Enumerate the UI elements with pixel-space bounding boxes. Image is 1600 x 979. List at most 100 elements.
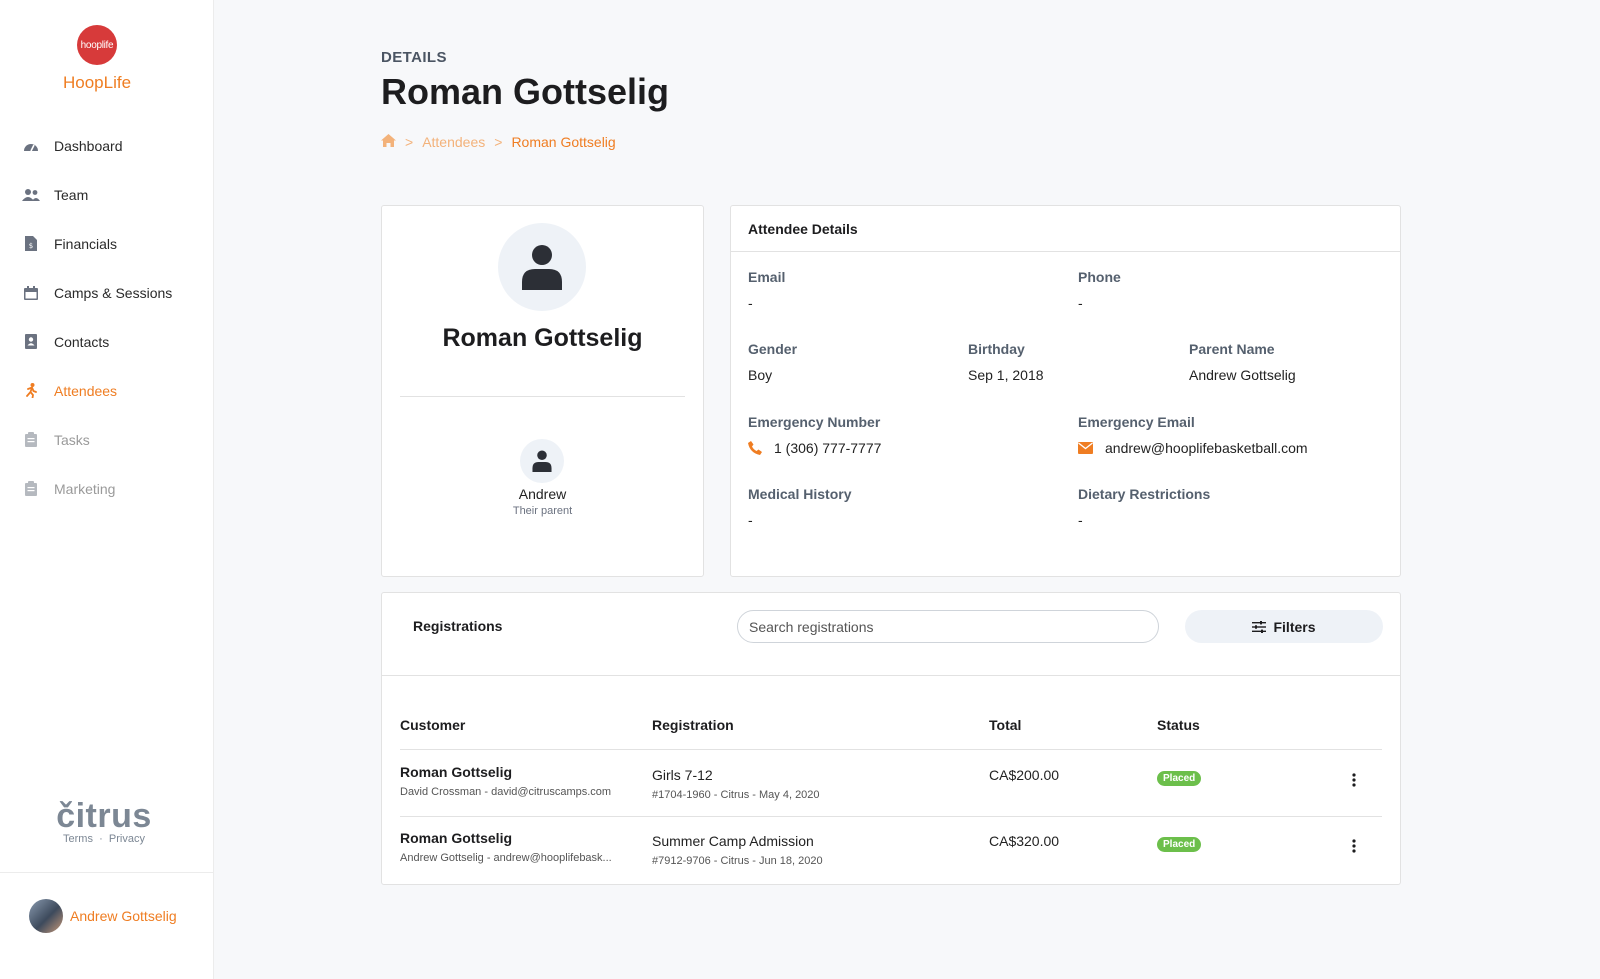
- home-icon[interactable]: [381, 134, 396, 150]
- field-label: Medical History: [748, 486, 852, 502]
- gauge-icon: [22, 138, 40, 154]
- field-value: -: [748, 512, 753, 528]
- registration-cell[interactable]: Summer Camp Admission #7912-9706 - Citru…: [652, 833, 823, 867]
- clipboard-icon: [22, 481, 40, 497]
- address-book-icon: [22, 334, 40, 350]
- kebab-menu-icon: [1352, 839, 1356, 853]
- sidebar: hooplife HoopLife Dashboard Team $ Finan…: [0, 0, 214, 979]
- brand-name[interactable]: HoopLife: [0, 73, 194, 93]
- registration-cell[interactable]: Girls 7-12 #1704-1960 - Citrus - May 4, …: [652, 767, 820, 801]
- column-header-total[interactable]: Total: [989, 717, 1021, 733]
- row-divider: [400, 749, 1382, 750]
- current-user[interactable]: Andrew Gottselig: [0, 872, 213, 959]
- clipboard-icon: [22, 432, 40, 448]
- sidebar-item-marketing[interactable]: Marketing: [0, 464, 213, 513]
- customer-name: Roman Gottselig: [400, 830, 513, 846]
- emergency-email-link[interactable]: andrew@hooplifebasketball.com: [1105, 440, 1308, 456]
- user-icon: [522, 245, 562, 290]
- kebab-menu-icon: [1352, 773, 1356, 787]
- total-cell: CA$200.00: [989, 767, 1060, 783]
- citrus-footer: čitrus Terms · Privacy: [0, 797, 208, 845]
- profile-card: Roman Gottselig Andrew Their parent: [381, 205, 704, 577]
- sidebar-item-label: Tasks: [54, 431, 90, 448]
- field-label: Phone: [1078, 269, 1121, 285]
- divider: [400, 396, 685, 397]
- sidebar-item-tasks[interactable]: Tasks: [0, 415, 213, 464]
- field-label: Emergency Email: [1078, 414, 1195, 430]
- sliders-icon: [1252, 620, 1267, 633]
- field-label: Gender: [748, 341, 798, 357]
- breadcrumb-current: Roman Gottselig: [511, 134, 616, 150]
- breadcrumb-attendees[interactable]: Attendees: [422, 134, 485, 150]
- breadcrumb-separator: >: [494, 134, 503, 150]
- field-value: -: [1078, 295, 1083, 311]
- total-cell: CA$320.00: [989, 833, 1060, 849]
- sidebar-item-contacts[interactable]: Contacts: [0, 317, 213, 366]
- column-header-registration[interactable]: Registration: [652, 717, 734, 733]
- envelope-icon: [1078, 442, 1093, 454]
- customer-cell[interactable]: Roman Gottselig David Crossman - david@c…: [400, 764, 611, 798]
- brand-logo[interactable]: hooplife: [77, 25, 117, 65]
- field-label: Emergency Number: [748, 414, 881, 430]
- phone-field: Phone -: [1078, 269, 1121, 311]
- field-value: -: [748, 295, 753, 311]
- status-cell: Placed: [1157, 768, 1202, 786]
- column-header-status[interactable]: Status: [1157, 717, 1200, 733]
- row-actions-button[interactable]: [1344, 770, 1364, 790]
- breadcrumb-separator: >: [405, 134, 414, 150]
- sidebar-item-label: Dashboard: [54, 137, 123, 154]
- terms-link[interactable]: Terms: [63, 833, 93, 845]
- sidebar-item-team[interactable]: Team: [0, 170, 213, 219]
- footer-separator: ·: [99, 833, 103, 845]
- gender-field: Gender Boy: [748, 341, 797, 383]
- user-icon: [532, 450, 552, 472]
- sidebar-item-dashboard[interactable]: Dashboard: [0, 121, 213, 170]
- page-title: Roman Gottselig: [381, 71, 670, 112]
- users-icon: [22, 187, 40, 203]
- attendee-avatar: [498, 223, 586, 311]
- emergency-number-link[interactable]: 1 (306) 777-7777: [774, 440, 881, 456]
- divider: [382, 675, 1400, 676]
- sidebar-item-label: Camps & Sessions: [54, 284, 173, 301]
- birthday-field: Birthday Sep 1, 2018: [968, 341, 1044, 383]
- field-value-row: 1 (306) 777-7777: [748, 440, 881, 456]
- field-value: Boy: [748, 367, 773, 383]
- sidebar-item-financials[interactable]: $ Financials: [0, 219, 213, 268]
- email-field: Email -: [748, 269, 785, 311]
- attendee-name: Roman Gottselig: [442, 324, 643, 352]
- registrations-card: Registrations Filters Customer Registrat…: [381, 592, 1401, 885]
- row-actions-button[interactable]: [1344, 836, 1364, 856]
- sidebar-item-attendees[interactable]: Attendees: [0, 366, 213, 415]
- sidebar-item-camps-sessions[interactable]: Camps & Sessions: [0, 268, 213, 317]
- sidebar-item-label: Team: [54, 186, 89, 203]
- customer-cell[interactable]: Roman Gottselig Andrew Gottselig - andre…: [400, 830, 612, 864]
- parent-name[interactable]: Andrew: [382, 486, 703, 502]
- emergency-email-field: Emergency Email andrew@hooplifebasketbal…: [1078, 414, 1308, 456]
- filters-label: Filters: [1273, 618, 1316, 635]
- user-name: Andrew Gottselig: [70, 908, 177, 924]
- field-value: -: [1078, 512, 1083, 528]
- filters-button[interactable]: Filters: [1185, 610, 1383, 643]
- field-value-row: andrew@hooplifebasketball.com: [1078, 440, 1308, 456]
- parent-name-field: Parent Name Andrew Gottselig: [1189, 341, 1296, 383]
- sidebar-item-label: Attendees: [54, 382, 118, 399]
- running-icon: [22, 383, 40, 399]
- field-label: Dietary Restrictions: [1078, 486, 1211, 502]
- column-header-customer[interactable]: Customer: [400, 717, 465, 733]
- status-cell: Placed: [1157, 834, 1202, 852]
- registration-name: Summer Camp Admission: [652, 833, 814, 849]
- avatar: [29, 899, 63, 933]
- registrations-title: Registrations: [413, 618, 503, 634]
- search-input[interactable]: [737, 610, 1159, 643]
- sidebar-item-label: Financials: [54, 235, 118, 252]
- footer-links: Terms · Privacy: [0, 833, 208, 845]
- privacy-link[interactable]: Privacy: [109, 833, 145, 845]
- card-title: Attendee Details: [731, 206, 1400, 252]
- parent-avatar[interactable]: [520, 439, 564, 483]
- attendee-details-card: Attendee Details Email - Phone - Gender …: [730, 205, 1401, 577]
- row-divider: [400, 816, 1382, 817]
- medical-history-field: Medical History -: [748, 486, 851, 528]
- emergency-number-field: Emergency Number 1 (306) 777-7777: [748, 414, 881, 456]
- parent-relation: Their parent: [512, 505, 573, 517]
- field-value: Andrew Gottselig: [1189, 367, 1296, 383]
